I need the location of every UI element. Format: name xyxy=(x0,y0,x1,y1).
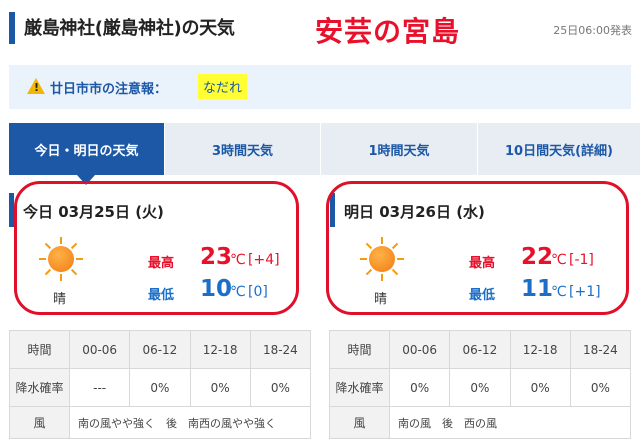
today-highlight-circle xyxy=(14,181,299,315)
tab-today-tomorrow[interactable]: 今日・明日の天気 xyxy=(9,123,165,175)
warning-value-link[interactable]: なだれ xyxy=(198,74,248,99)
table-header-cell: 00-06 xyxy=(388,330,451,369)
tomorrow-highlight-circle xyxy=(326,181,629,315)
rain-cell: 0% xyxy=(249,368,312,407)
title-accent-bar xyxy=(9,12,15,44)
rain-cell: 0% xyxy=(388,368,451,407)
table-header-cell: 時間 xyxy=(9,330,70,369)
rain-cell: --- xyxy=(68,368,131,407)
table-row-rain: 降水確率 0% 0% 0% 0% xyxy=(329,368,632,407)
page-title: 厳島神社(厳島神社)の天気 xyxy=(24,18,235,39)
wind-cell: 南の風やや強く 後 南西の風やや強く xyxy=(69,406,311,439)
table-header-cell: 00-06 xyxy=(68,330,131,369)
today-forecast-table: 時間 00-06 06-12 12-18 18-24 降水確率 --- 0% 0… xyxy=(9,330,312,439)
table-header-row: 時間 00-06 06-12 12-18 18-24 xyxy=(9,330,312,369)
forecast-tabs: 今日・明日の天気 3時間天気 1時間天気 10日間天気(詳細) xyxy=(9,123,640,175)
table-row-wind: 風 南の風やや強く 後 南西の風やや強く xyxy=(9,406,311,439)
wind-label: 風 xyxy=(9,406,70,439)
rain-label: 降水確率 xyxy=(329,368,390,407)
table-row-rain: 降水確率 --- 0% 0% 0% xyxy=(9,368,312,407)
table-header-row: 時間 00-06 06-12 12-18 18-24 xyxy=(329,330,632,369)
rain-cell: 0% xyxy=(449,368,511,407)
wind-label: 風 xyxy=(329,406,390,439)
warning-label: 廿日市市の注意報： xyxy=(50,82,168,97)
rain-cell: 0% xyxy=(569,368,632,407)
warning-bar: ! 廿日市市の注意報： なだれ xyxy=(9,65,631,109)
tab-3-hour[interactable]: 3時間天気 xyxy=(165,123,321,175)
rain-cell: 0% xyxy=(189,368,251,407)
tab-1-hour[interactable]: 1時間天気 xyxy=(321,123,478,175)
table-header-cell: 06-12 xyxy=(129,330,191,369)
page-header: 厳島神社(厳島神社)の天気 安芸の宮島 25日06:00発表 xyxy=(0,0,640,58)
overlay-caption: 安芸の宮島 xyxy=(315,15,461,48)
table-header-cell: 18-24 xyxy=(249,330,312,369)
table-header-cell: 12-18 xyxy=(189,330,251,369)
wind-cell: 南の風 後 西の風 xyxy=(389,406,631,439)
rain-cell: 0% xyxy=(509,368,571,407)
tab-10-day[interactable]: 10日間天気(詳細) xyxy=(478,123,640,175)
table-header-cell: 06-12 xyxy=(449,330,511,369)
table-header-cell: 18-24 xyxy=(569,330,632,369)
table-header-cell: 12-18 xyxy=(509,330,571,369)
rain-cell: 0% xyxy=(129,368,191,407)
table-row-wind: 風 南の風 後 西の風 xyxy=(329,406,631,439)
table-header-cell: 時間 xyxy=(329,330,390,369)
tomorrow-forecast-table: 時間 00-06 06-12 12-18 18-24 降水確率 0% 0% 0%… xyxy=(329,330,632,439)
warning-icon-mark: ! xyxy=(34,81,40,94)
rain-label: 降水確率 xyxy=(9,368,70,407)
published-time: 25日06:00発表 xyxy=(553,24,632,37)
